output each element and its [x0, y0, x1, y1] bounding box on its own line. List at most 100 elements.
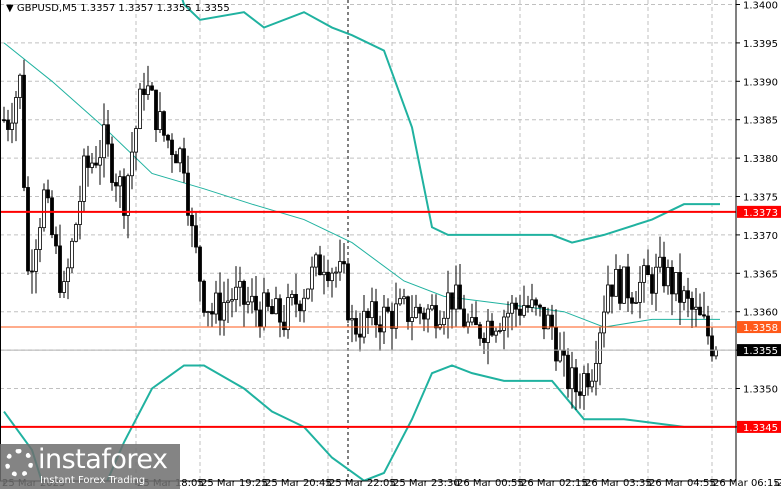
bear-candle	[166, 134, 170, 141]
bear-candle	[174, 154, 178, 164]
bull-candle	[330, 272, 334, 282]
bull-candle	[614, 268, 618, 297]
bull-candle	[506, 312, 510, 318]
bear-candle	[2, 119, 6, 122]
bull-candle	[206, 311, 210, 313]
logo-name: instaforex	[38, 444, 168, 475]
bull-candle	[446, 292, 450, 319]
bull-candle	[470, 317, 474, 323]
bear-candle	[26, 187, 30, 272]
y-tick-label: 1.3395	[743, 39, 778, 50]
bull-candle	[498, 330, 502, 332]
middle-moving-average	[3, 42, 720, 328]
bull-candle	[602, 311, 606, 334]
bear-candle	[258, 309, 262, 328]
bull-candle	[582, 373, 586, 396]
bull-candle	[102, 124, 106, 159]
bull-candle	[598, 332, 602, 364]
bear-candle	[434, 305, 438, 329]
symbol-label: GBPUSD,M5	[16, 3, 78, 14]
bull-candle	[302, 297, 306, 312]
bear-candle	[646, 265, 650, 276]
bear-candle	[190, 214, 194, 227]
gear-logo-icon	[5, 449, 33, 477]
y-tick-label: 1.3400	[743, 1, 778, 12]
bull-candle	[230, 299, 234, 302]
bull-candle	[402, 296, 406, 300]
bull-candle	[274, 298, 278, 315]
bear-candle	[342, 261, 346, 265]
bear-candle	[162, 111, 166, 136]
bear-candle	[122, 176, 126, 216]
bear-candle	[526, 305, 530, 308]
bear-candle	[150, 85, 154, 91]
bear-candle	[534, 299, 538, 306]
bull-candle	[382, 306, 386, 333]
bear-candle	[670, 266, 674, 295]
bear-candle	[114, 182, 118, 187]
current-price-label: 1.3355	[743, 346, 778, 357]
bull-candle	[178, 148, 182, 164]
bull-candle	[146, 85, 150, 95]
bear-candle	[610, 284, 614, 297]
bear-candle	[554, 326, 558, 362]
upper-bollinger-band	[181, 0, 720, 244]
bull-candle	[522, 305, 526, 316]
bull-candle	[606, 284, 610, 313]
bull-candle	[222, 302, 226, 321]
x-tick-label: 25 Mar 20:45	[265, 478, 332, 489]
price-chart[interactable]: 1.3400 1.3395 1.3390 1.3385 1.3380 1.3375 1.33…	[0, 0, 781, 489]
pivot-price-label: 1.3358	[743, 323, 778, 334]
bear-candle	[266, 292, 270, 307]
bull-candle	[694, 306, 698, 310]
bear-candle	[378, 324, 382, 333]
bear-candle	[574, 367, 578, 393]
bear-candle	[94, 162, 98, 166]
y-tick-label: 1.3365	[743, 269, 778, 280]
bull-candle	[250, 295, 254, 303]
bear-candle	[194, 225, 198, 248]
bull-candle	[78, 201, 82, 225]
bear-candle	[270, 306, 274, 315]
bear-candle	[698, 306, 702, 316]
bull-candle	[70, 240, 74, 269]
bear-candle	[50, 197, 54, 236]
bull-candle	[262, 292, 266, 328]
bear-candle	[154, 89, 158, 131]
collapse-triangle-icon[interactable]: ▼	[6, 3, 14, 14]
bear-candle	[142, 88, 146, 95]
bull-candle	[442, 317, 446, 326]
bull-candle	[62, 281, 66, 293]
bull-candle	[594, 362, 598, 382]
bear-candle	[702, 314, 706, 317]
bull-candle	[310, 266, 314, 290]
bear-candle	[566, 354, 570, 390]
bull-candle	[658, 256, 662, 268]
bull-candle	[126, 175, 130, 216]
bull-candle	[414, 306, 418, 318]
bear-candle	[550, 314, 554, 328]
bear-candle	[366, 310, 370, 319]
bear-candle	[474, 317, 478, 326]
bull-candle	[18, 74, 22, 98]
bear-candle	[706, 315, 710, 337]
bull-candle	[290, 294, 294, 298]
bear-candle	[110, 143, 114, 183]
bull-candle	[530, 299, 534, 308]
y-tick-label: 1.3385	[743, 116, 778, 127]
bear-candle	[626, 266, 630, 299]
bull-candle	[42, 189, 46, 229]
bull-candle	[130, 151, 134, 177]
bull-candle	[666, 266, 670, 287]
bear-candle	[6, 119, 10, 130]
ohlc-values: 1.3357 1.3357 1.3355 1.3355	[80, 3, 230, 14]
bear-candle	[186, 172, 190, 216]
x-tick-label: 26 Mar 07:35	[777, 478, 781, 489]
bear-candle	[346, 263, 350, 321]
bull-candle	[234, 286, 238, 300]
bear-candle	[198, 246, 202, 282]
bull-candle	[338, 261, 342, 273]
instaforex-logo: instaforex Instant Forex Trading	[0, 444, 180, 489]
x-tick-label: 25 Mar 23:30	[393, 478, 460, 489]
bear-candle	[242, 280, 246, 305]
